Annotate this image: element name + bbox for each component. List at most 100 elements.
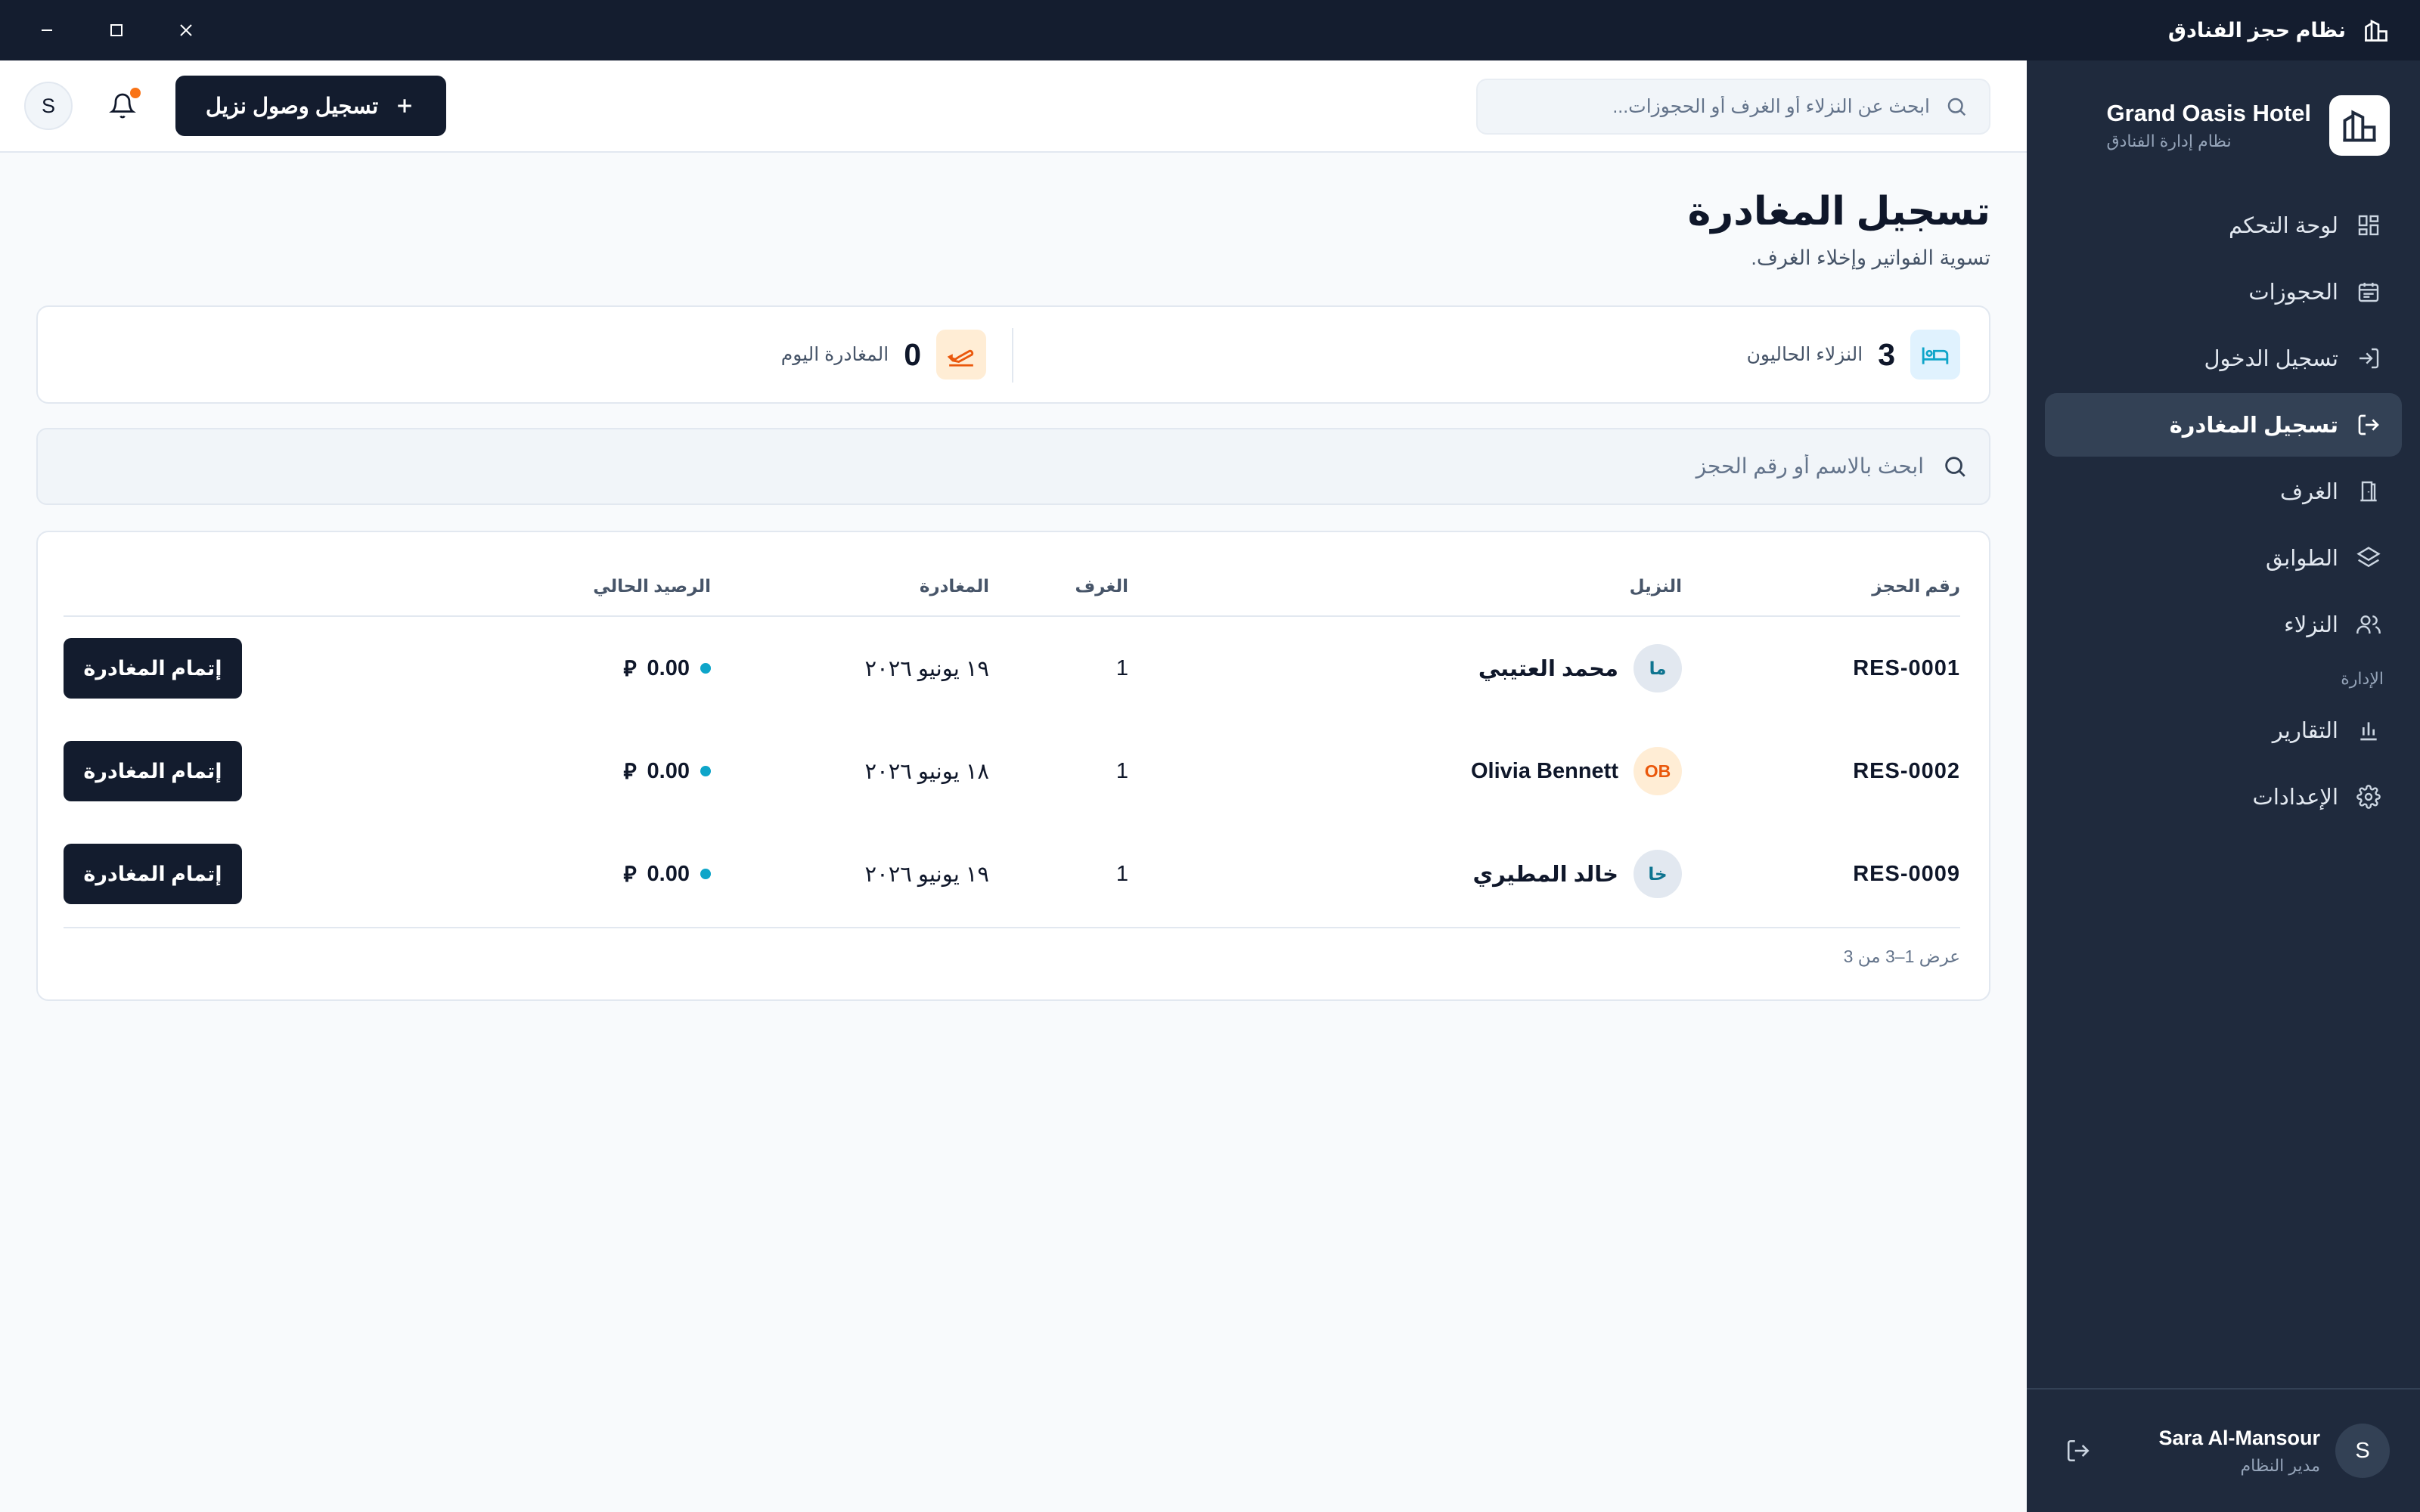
- stat-current-guests: 3 النزلاء الحاليون: [1747, 307, 1960, 402]
- sidebar-item-label: تسجيل الدخول: [2204, 346, 2338, 371]
- checkout-search-input[interactable]: [59, 454, 1924, 479]
- stat-departures-value: 0: [904, 336, 921, 372]
- balance-cell: ⃁ 0.00: [623, 823, 711, 925]
- bar-chart-icon: [2353, 715, 2384, 745]
- sidebar-item-guests[interactable]: النزلاء: [2045, 593, 2402, 656]
- guest-name: خالد المطيري: [1472, 862, 1618, 887]
- sidebar-item-reservations[interactable]: الحجوزات: [2045, 260, 2402, 324]
- guest-avatar: خا: [1634, 850, 1682, 898]
- sidebar-item-dashboard[interactable]: لوحة التحكم: [2045, 194, 2402, 257]
- stat-departures-today: 0 المغادرة اليوم: [781, 307, 986, 402]
- sidebar-item-checkout[interactable]: تسجيل المغادرة: [2045, 393, 2402, 457]
- checkout-search: [36, 428, 1990, 505]
- page-title: تسجيل المغادرة: [1687, 190, 1990, 234]
- checkin-guest-button[interactable]: تسجيل وصول نزيل: [175, 76, 446, 136]
- login-icon: [2353, 343, 2384, 373]
- balance-status-dot: [700, 766, 711, 776]
- column-header-reservation: رقم الحجز: [1872, 576, 1960, 596]
- maximize-icon[interactable]: [100, 14, 133, 47]
- sidebar-item-label: تسجيل المغادرة: [2169, 413, 2338, 438]
- page-subtitle: تسوية الفواتير وإخلاء الغرف.: [1751, 246, 1990, 269]
- reservation-id: RES-0001: [1853, 655, 1960, 680]
- table-row: RES-0001 ما محمد العتيبي 1 ١٩ يونيو ٢٠٢٦…: [64, 617, 1960, 720]
- guest-cell: خا خالد المطيري: [1473, 823, 1682, 925]
- header-avatar[interactable]: S: [24, 82, 73, 130]
- sidebar-item-label: الحجوزات: [2248, 280, 2338, 305]
- notifications-button[interactable]: [103, 86, 142, 125]
- balance-status-dot: [700, 663, 711, 674]
- sidebar-nav: لوحة التحكم الحجوزات تسجيل الدخول تسجيل …: [2045, 194, 2402, 832]
- complete-checkout-button[interactable]: إتمام المغادرة: [64, 741, 242, 801]
- column-header-departure: المغادرة: [919, 576, 989, 596]
- user-name: Sara Al-Mansour: [2158, 1426, 2320, 1449]
- balance-amount: 0.00: [647, 655, 690, 680]
- user-avatar[interactable]: S: [2335, 1424, 2390, 1478]
- brand: Grand Oasis Hotel نظام إدارة الفنادق: [2107, 95, 2390, 156]
- departure-date: ١٩ يونيو ٢٠٢٦: [864, 656, 989, 681]
- brand-subtitle: نظام إدارة الفنادق: [2106, 132, 2232, 150]
- checkin-guest-label: تسجيل وصول نزيل: [205, 94, 379, 119]
- table-row: RES-0002 OB Olivia Bennett 1 ١٨ يونيو ٢٠…: [64, 720, 1960, 823]
- guest-name: محمد العتيبي: [1478, 656, 1618, 681]
- stat-current-guests-value: 3: [1878, 336, 1895, 372]
- guest-cell: ما محمد العتيبي: [1478, 617, 1682, 720]
- rooms-count: 1: [1115, 758, 1128, 783]
- sidebar-item-label: الإعدادات: [2252, 785, 2338, 810]
- complete-checkout-button[interactable]: إتمام المغادرة: [64, 638, 242, 699]
- rooms-count: 1: [1115, 861, 1128, 886]
- brand-name: Grand Oasis Hotel: [2106, 100, 2311, 126]
- close-icon[interactable]: [169, 14, 203, 47]
- top-header: تسجيل وصول نزيل S: [0, 60, 2027, 153]
- door-icon: [2353, 476, 2384, 507]
- sidebar-item-label: الطوابق: [2266, 546, 2338, 571]
- column-header-guest: النزيل: [1629, 576, 1682, 596]
- sidebar-item-label: الغرف: [2280, 479, 2338, 504]
- guest-name: Olivia Bennett: [1471, 758, 1618, 783]
- sidebar-section-admin: الإدارة: [2341, 669, 2384, 688]
- column-header-rooms: الغرف: [1075, 576, 1128, 596]
- currency-symbol: ⃁: [623, 863, 637, 887]
- balance-status-dot: [700, 869, 711, 879]
- stats-divider: [1012, 328, 1013, 383]
- sidebar-user-panel: S Sara Al-Mansour مدير النظام: [2027, 1388, 2420, 1512]
- global-search-input[interactable]: [1499, 95, 1930, 118]
- sign-out-button[interactable]: [2057, 1430, 2099, 1472]
- rooms-count: 1: [1115, 655, 1128, 680]
- table-header: رقم الحجز النزيل الغرف المغادرة الرصيد ا…: [64, 532, 1960, 617]
- bed-icon: [1910, 330, 1960, 380]
- complete-checkout-button[interactable]: إتمام المغادرة: [64, 844, 242, 904]
- user-role: مدير النظام: [2240, 1455, 2320, 1475]
- calendar-icon: [2353, 277, 2384, 307]
- sidebar-item-floors[interactable]: الطوابق: [2045, 526, 2402, 590]
- logout-icon: [2353, 410, 2384, 440]
- window-title: نظام حجز الفنادق: [2167, 18, 2346, 42]
- balance-cell: ⃁ 0.00: [623, 720, 711, 823]
- guest-avatar: OB: [1634, 747, 1682, 795]
- plus-icon: [393, 94, 416, 117]
- sidebar-item-reports[interactable]: التقارير: [2045, 699, 2402, 762]
- guest-avatar: ما: [1634, 644, 1682, 692]
- stat-departures-label: المغادرة اليوم: [780, 344, 889, 365]
- notification-badge: [130, 88, 141, 98]
- search-icon: [1945, 95, 1968, 118]
- sidebar-item-rooms[interactable]: الغرف: [2045, 460, 2402, 523]
- sidebar-item-label: النزلاء: [2284, 612, 2338, 637]
- action-cell: إتمام المغادرة: [64, 617, 242, 720]
- action-cell: إتمام المغادرة: [64, 720, 242, 823]
- reservation-id: RES-0009: [1853, 861, 1960, 886]
- gear-icon: [2353, 782, 2384, 812]
- minimize-icon[interactable]: [30, 14, 64, 47]
- app-title-area: نظام حجز الفنادق: [2168, 17, 2390, 44]
- stat-current-guests-label: النزلاء الحاليون: [1746, 344, 1863, 365]
- dashboard-icon: [2353, 210, 2384, 240]
- table-divider: [64, 927, 1960, 928]
- departure-date: ١٩ يونيو ٢٠٢٦: [864, 862, 989, 887]
- sign-out-icon: [2065, 1438, 2091, 1464]
- sidebar-item-settings[interactable]: الإعدادات: [2045, 765, 2402, 829]
- plane-departure-icon: [936, 330, 986, 380]
- sidebar-item-checkin[interactable]: تسجيل الدخول: [2045, 327, 2402, 390]
- pagination-info: عرض 1–3 من 3: [1843, 947, 1960, 966]
- balance-amount: 0.00: [647, 861, 690, 886]
- window-controls: [30, 14, 203, 47]
- reservation-id: RES-0002: [1853, 758, 1960, 783]
